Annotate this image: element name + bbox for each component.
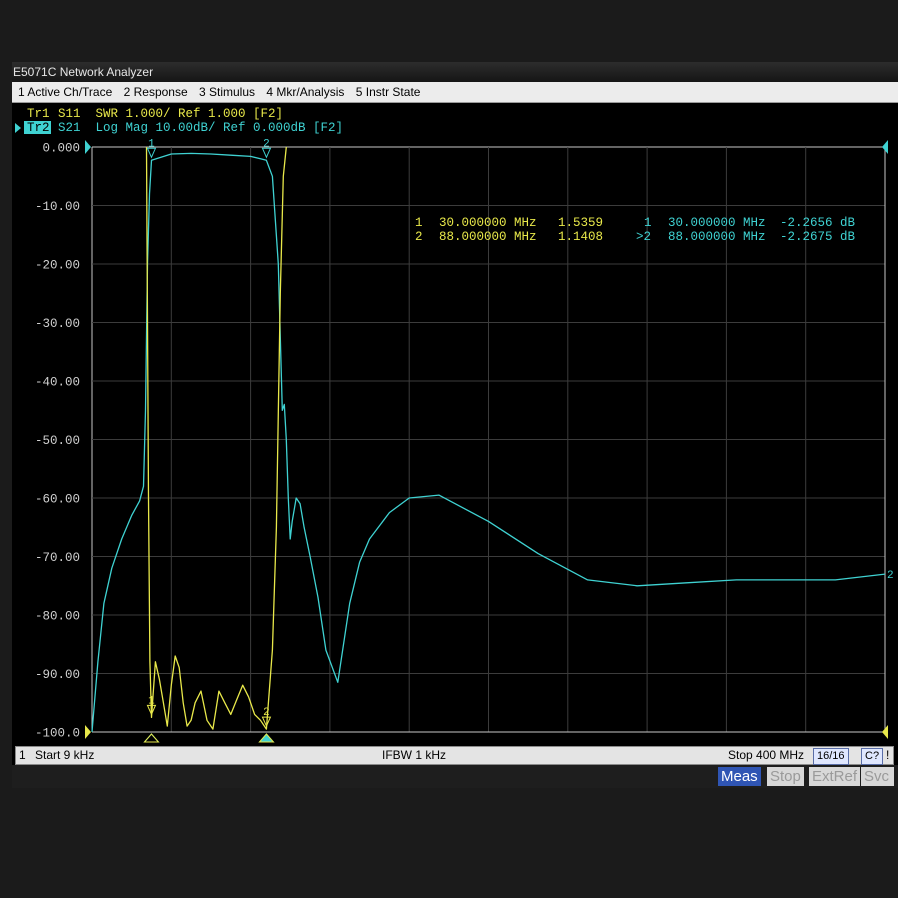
mkr2-tr2-value: -2.2675 dB bbox=[780, 230, 856, 244]
measurement-display: Tr1 S11 SWR 1.000/ Ref 1.000 [F2] Tr2 S2… bbox=[12, 103, 898, 746]
svc-indicator[interactable]: Svc bbox=[861, 767, 894, 786]
menu-mkr-analysis[interactable]: 4 Mkr/Analysis bbox=[262, 82, 348, 102]
mkr1-tr1-freq: 30.000000 MHz bbox=[439, 216, 537, 230]
scale-left-pointer-icon bbox=[85, 725, 91, 739]
menu-stimulus[interactable]: 3 Stimulus bbox=[195, 82, 259, 102]
window-title: E5071C Network Analyzer bbox=[13, 65, 154, 79]
y-axis-labels: 0.000 -10.00 -20.00 -30.00 -40.00 -50.00 -60.0… bbox=[35, 142, 80, 741]
calibration-status-badge: C? bbox=[861, 748, 884, 765]
y-tick-label: -80.00 bbox=[35, 610, 80, 624]
active-trace-pointer-icon bbox=[15, 123, 21, 133]
status-flag: ! bbox=[886, 748, 890, 762]
y-tick-label: -60.00 bbox=[35, 493, 80, 507]
tr2-id[interactable]: Tr2 bbox=[27, 121, 50, 135]
mkr1-tr1-num: 1 bbox=[415, 216, 423, 230]
meas-indicator[interactable]: Meas bbox=[718, 767, 761, 786]
y-tick-label: -100.0 bbox=[35, 727, 80, 741]
y-tick-label: -70.00 bbox=[35, 551, 80, 565]
sweep-count-badge: 16/16 bbox=[813, 748, 849, 765]
y-tick-label: -50.00 bbox=[35, 434, 80, 448]
mkr2-tr1-num: 2 bbox=[415, 230, 423, 244]
y-tick-label: -20.00 bbox=[35, 259, 80, 273]
stop-indicator[interactable]: Stop bbox=[767, 767, 804, 786]
trace-end-label: 2 bbox=[887, 570, 894, 582]
mkr2-tr1-value: 1.1408 bbox=[558, 230, 603, 244]
softkey-menu-bar: 1 Active Ch/Trace 2 Response 3 Stimulus … bbox=[12, 82, 898, 103]
y-tick-label: -30.00 bbox=[35, 317, 80, 331]
status-bar: 1 Start 9 kHz IFBW 1 kHz Stop 400 MHz 16… bbox=[15, 746, 894, 765]
mkr1-tr2-freq: 30.000000 MHz bbox=[668, 216, 766, 230]
marker-number-label: 1 bbox=[148, 138, 155, 150]
y-tick-label: 0.000 bbox=[42, 142, 80, 156]
trace-plot: Tr1 S11 SWR 1.000/ Ref 1.000 [F2] Tr2 S2… bbox=[15, 107, 894, 743]
mkr2-tr2-num: >2 bbox=[636, 230, 651, 244]
menu-active-ch-trace[interactable]: 1 Active Ch/Trace bbox=[12, 82, 116, 102]
marker-stimulus-arrow-icon bbox=[143, 733, 160, 743]
marker-number-label: 2 bbox=[263, 138, 270, 150]
ifbw-setting[interactable]: IFBW 1 kHz bbox=[382, 747, 446, 764]
marker-number-label: 1 bbox=[148, 695, 155, 707]
network-analyzer-window: E5071C Network Analyzer 1 Active Ch/Trac… bbox=[12, 62, 898, 788]
mkr1-tr1-value: 1.5359 bbox=[558, 216, 603, 230]
window-title-bar: E5071C Network Analyzer bbox=[12, 62, 898, 82]
menu-instr-state[interactable]: 5 Instr State bbox=[352, 82, 425, 102]
y-tick-label: -10.00 bbox=[35, 200, 80, 214]
tr1-id[interactable]: Tr1 bbox=[27, 107, 50, 121]
tr2-label: S21 Log Mag 10.00dB/ Ref 0.000dB [F2] bbox=[58, 121, 343, 135]
marker-stimulus-arrow-icon bbox=[258, 733, 275, 743]
extref-indicator[interactable]: ExtRef bbox=[809, 767, 861, 786]
tr1-label: S11 SWR 1.000/ Ref 1.000 [F2] bbox=[58, 107, 283, 121]
channel-number[interactable]: 1 bbox=[19, 747, 26, 764]
start-frequency[interactable]: Start 9 kHz bbox=[35, 747, 94, 764]
y-tick-label: -40.00 bbox=[35, 376, 80, 390]
menu-response[interactable]: 2 Response bbox=[120, 82, 192, 102]
ref-left-pointer-icon bbox=[85, 140, 91, 154]
instrument-status-bar: Meas Stop ExtRef Svc bbox=[12, 765, 898, 788]
marker-number-label: 2 bbox=[263, 707, 270, 719]
mkr1-tr2-value: -2.2656 dB bbox=[780, 216, 856, 230]
stop-frequency[interactable]: Stop 400 MHz bbox=[728, 747, 804, 764]
mkr2-tr1-freq: 88.000000 MHz bbox=[439, 230, 537, 244]
mkr2-tr2-freq: 88.000000 MHz bbox=[668, 230, 766, 244]
y-tick-label: -90.00 bbox=[35, 668, 80, 682]
marker-stimulus-arrow-icon bbox=[143, 733, 160, 743]
mkr1-tr2-num: 1 bbox=[644, 216, 652, 230]
trace-tr1 bbox=[145, 146, 287, 730]
